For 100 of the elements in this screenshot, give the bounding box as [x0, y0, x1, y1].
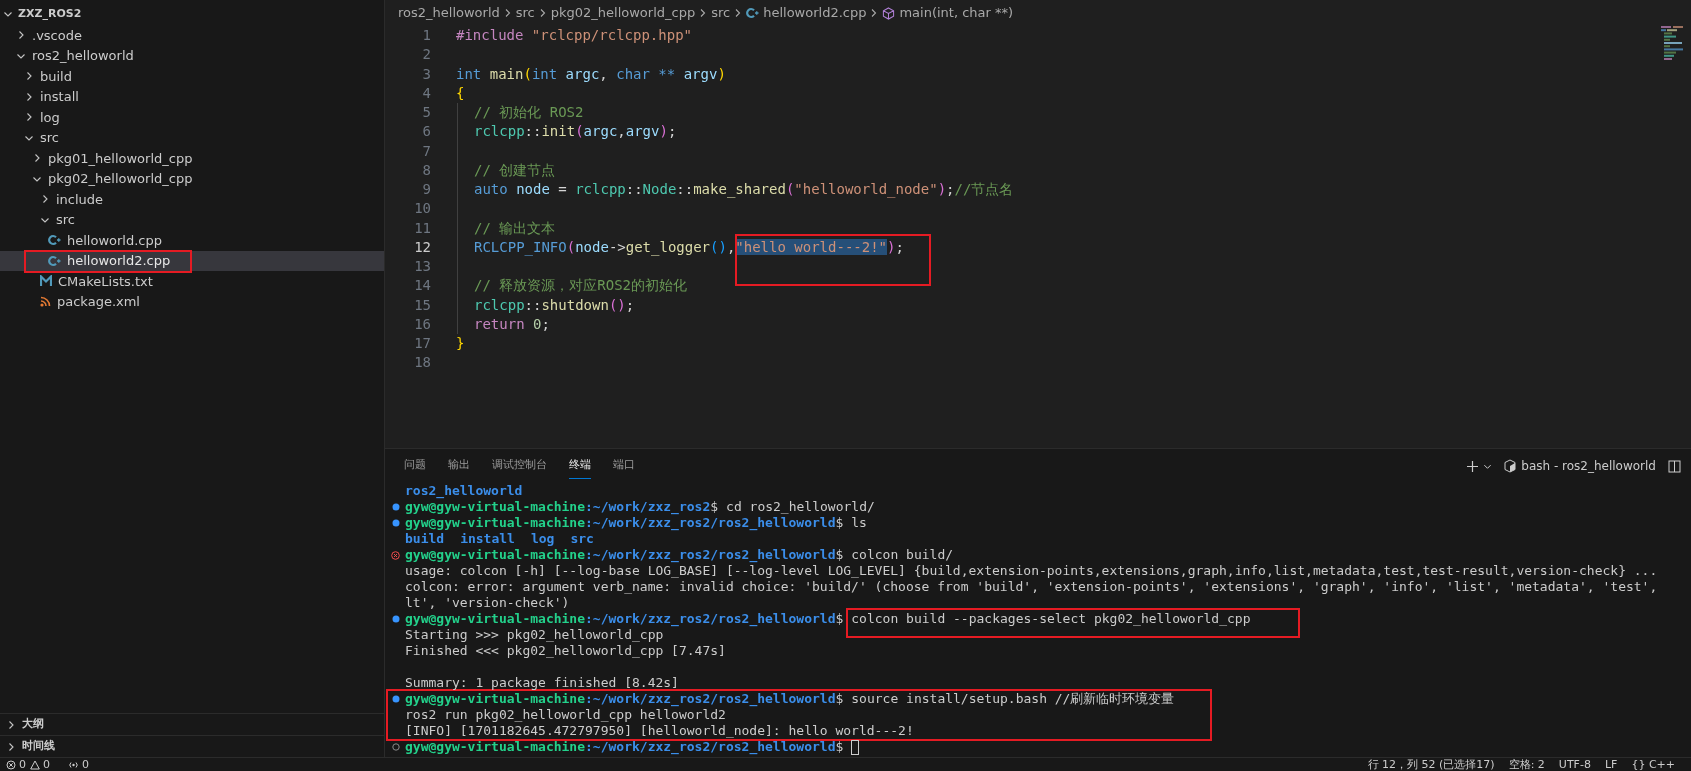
chevron-right-icon — [503, 8, 512, 18]
status-item[interactable]: 0 — [6, 758, 26, 771]
tree-item[interactable]: CMakeLists.txt — [0, 271, 384, 292]
line-number: 7 — [421, 141, 431, 161]
panel-tab[interactable]: 输出 — [448, 453, 470, 479]
tree-item[interactable]: helloworld2.cpp — [0, 250, 384, 271]
prompt-path: :~/work/zxz_ros2 — [585, 499, 711, 515]
c-plus-icon — [48, 234, 61, 247]
tree-item[interactable]: log — [0, 107, 384, 128]
line-number: 4 — [421, 83, 431, 103]
status-item[interactable]: 行 12，列 52 (已选择17) — [1367, 758, 1495, 771]
breadcrumb[interactable]: ros2_helloworld — [398, 3, 500, 23]
code-token: () — [710, 238, 727, 255]
panel-tab[interactable]: 终端 — [569, 453, 591, 479]
dot-icon[interactable] — [391, 519, 400, 527]
code-token: // 释放资源，对应ROS2的初始化 — [474, 277, 687, 294]
dot-icon[interactable] — [391, 503, 400, 511]
panel-tab[interactable]: 调试控制台 — [492, 453, 547, 479]
code-token: #include — [456, 27, 524, 43]
status-item[interactable]: 空格: 2 — [1508, 758, 1545, 771]
code-token: , — [599, 65, 609, 82]
code-token: ; — [541, 315, 550, 332]
plus-icon[interactable] — [1466, 459, 1480, 473]
chevron-right-icon[interactable] — [16, 30, 26, 41]
chevron-down-icon[interactable] — [3, 9, 13, 19]
code-token: :: — [524, 296, 542, 313]
breadcrumb[interactable]: pkg02_helloworld_cpp — [550, 3, 696, 23]
tree-item[interactable]: include — [0, 189, 384, 210]
prompt-user: gyw@gyw-virtual-machine — [405, 515, 585, 530]
code-token: ) — [887, 238, 896, 255]
breadcrumb[interactable]: main(int, char **) — [882, 3, 1014, 23]
c-plus-icon — [746, 7, 760, 19]
chevron-right-icon[interactable] — [6, 741, 16, 752]
tree-item[interactable]: package.xml — [0, 291, 384, 312]
terminal-selector[interactable]: bash - ros2_helloworld — [1504, 457, 1656, 475]
prompt-path: :~/work/zxz_ros2/ros2_helloworld — [585, 547, 836, 563]
terminal-command: cd ros2_helloworld/ — [726, 499, 875, 514]
line-number: 15 — [413, 295, 431, 315]
code-token: int — [531, 65, 558, 82]
code-token: rclcpp — [474, 123, 525, 140]
code-token: ( — [566, 238, 576, 255]
minimap-drawing[interactable] — [1661, 26, 1683, 62]
panel-tab[interactable]: 端口 — [613, 453, 635, 479]
tree-item[interactable]: ros2_helloworld — [0, 45, 384, 66]
line-number: 14 — [413, 276, 431, 296]
prompt-user: gyw@gyw-virtual-machine — [405, 547, 585, 562]
chevron-right-icon[interactable] — [24, 71, 34, 82]
broadcast-icon — [68, 759, 79, 770]
panel-tab[interactable]: 问题 — [404, 453, 426, 479]
code-token: rclcpp — [474, 296, 525, 313]
tree-item[interactable]: pkg02_helloworld_cpp — [0, 168, 384, 189]
chevron-right-icon — [870, 8, 879, 18]
line-number: 5 — [421, 103, 431, 122]
prompt-path: :~/work/zxz_ros2/ros2_helloworld — [585, 515, 836, 531]
error-icon[interactable] — [391, 550, 400, 560]
prompt-symbol: $ — [835, 611, 844, 626]
tree-item[interactable]: .vscode — [0, 25, 384, 46]
tree-item[interactable]: build — [0, 66, 384, 87]
prompt-symbol: $ — [835, 515, 844, 530]
rss-icon — [40, 296, 51, 308]
line-number: 9 — [421, 180, 431, 199]
cube-icon — [882, 6, 896, 20]
split-icon[interactable] — [1668, 459, 1681, 473]
code-token: } — [456, 335, 465, 351]
status-item[interactable]: UTF-8 — [1558, 758, 1591, 771]
tree-item[interactable]: install — [0, 86, 384, 107]
status-item[interactable]: LF — [1604, 758, 1618, 771]
chevron-right-icon[interactable] — [24, 112, 34, 123]
tree-item[interactable]: src — [0, 127, 384, 148]
error-icon — [6, 759, 16, 770]
breadcrumb[interactable]: helloworld2.cpp — [746, 3, 867, 23]
status-item[interactable]: {} C++ — [1631, 758, 1675, 771]
code-token: ) — [937, 181, 947, 197]
code-token: ; — [946, 181, 955, 197]
dot-icon[interactable] — [391, 615, 400, 623]
prompt-path: :~/work/zxz_ros2/ros2_helloworld — [585, 739, 836, 755]
dot-icon[interactable] — [391, 695, 400, 703]
terminal-command: source install/setup.bash //刷新临时环境变量 — [851, 691, 1175, 706]
chevron-right-icon[interactable] — [32, 153, 42, 164]
terminal-icon — [1504, 459, 1517, 473]
tree-item[interactable]: src — [0, 209, 384, 230]
explorer-header[interactable]: ZXZ_ROS2 — [0, 3, 384, 25]
chevron-right-icon[interactable] — [6, 719, 16, 730]
tree-item[interactable]: helloworld.cpp — [0, 230, 384, 251]
code-token: return — [474, 315, 525, 332]
code-token: //节点名 — [954, 181, 1014, 197]
breadcrumb[interactable]: src — [515, 3, 535, 23]
chevron-right-icon[interactable] — [40, 194, 50, 205]
code-token: -> — [608, 238, 626, 255]
code-token: ; — [625, 296, 635, 313]
status-item[interactable]: 0 — [30, 758, 50, 771]
code-token: ; — [895, 238, 904, 255]
code-token: "hello world---2!" — [735, 238, 888, 255]
status-item[interactable]: 0 — [68, 758, 89, 771]
circle-icon[interactable] — [391, 743, 400, 751]
section-header[interactable]: 大纲 — [0, 713, 384, 735]
tree-item[interactable]: pkg01_helloworld_cpp — [0, 148, 384, 169]
line-number: 3 — [421, 64, 431, 84]
chevron-right-icon[interactable] — [24, 91, 34, 102]
breadcrumb[interactable]: src — [711, 3, 731, 23]
